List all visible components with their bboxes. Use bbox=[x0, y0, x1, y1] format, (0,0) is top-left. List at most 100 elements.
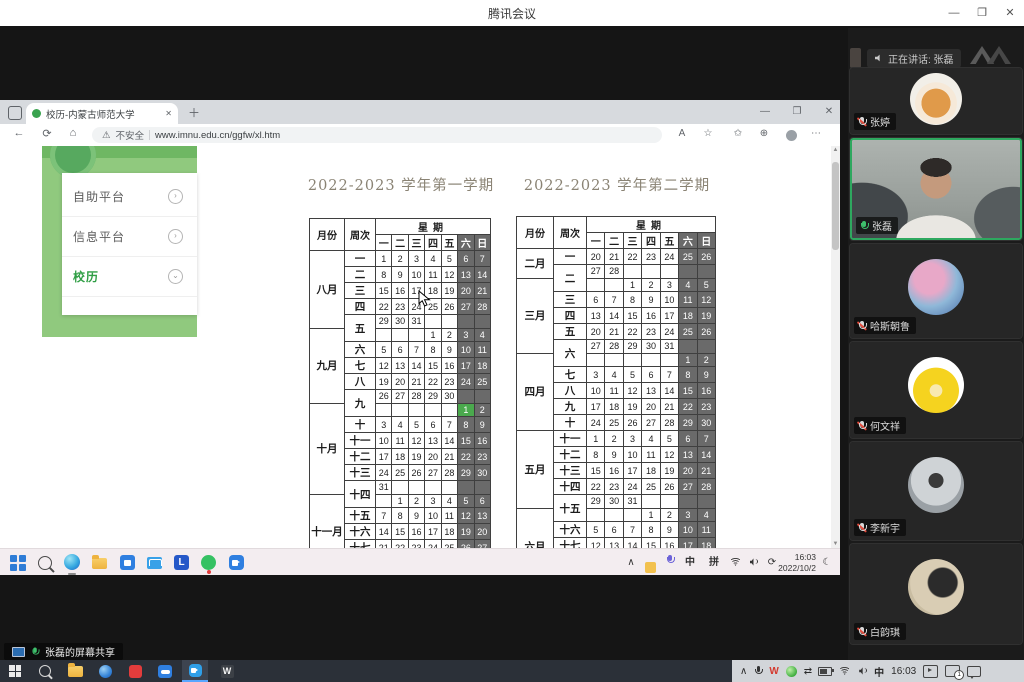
sidebar-item-self-service[interactable]: 自助平台 › bbox=[62, 177, 197, 217]
tray-time[interactable]: 16:03 bbox=[891, 666, 916, 677]
tray-volume-icon[interactable] bbox=[748, 549, 762, 575]
clock[interactable]: 16:03 2022/10/2 bbox=[778, 552, 816, 573]
calendar-day-cell bbox=[441, 481, 457, 495]
calendar-day-cell: 30 bbox=[392, 315, 408, 329]
calendar-day-cell: 5 bbox=[441, 251, 457, 267]
antivirus-globe-icon[interactable] bbox=[786, 666, 797, 677]
participant-tile[interactable]: 白韵琪 bbox=[850, 544, 1022, 644]
tray-mic-icon[interactable] bbox=[754, 666, 762, 677]
calendar-day-cell: 8 bbox=[587, 447, 605, 463]
mail-icon[interactable] bbox=[147, 554, 164, 571]
calendar-day-cell: 21 bbox=[605, 249, 623, 265]
maximize-button[interactable]: ❐ bbox=[968, 0, 996, 26]
profile-avatar[interactable] bbox=[786, 130, 797, 141]
home-icon[interactable]: ⌂ bbox=[64, 127, 82, 139]
sidebar-item-calendar[interactable]: 校历 ⌄ bbox=[62, 257, 197, 297]
minimize-button[interactable]: — bbox=[940, 0, 968, 26]
browser-close-button[interactable]: ✕ bbox=[816, 100, 840, 124]
browser-minimize-button[interactable]: — bbox=[752, 100, 778, 124]
edge-icon[interactable] bbox=[64, 554, 81, 571]
notification-center-icon[interactable] bbox=[967, 666, 981, 677]
cloud-app-icon[interactable] bbox=[152, 660, 178, 682]
day-name-header: 日 bbox=[697, 233, 715, 249]
scrollbar-thumb[interactable] bbox=[832, 162, 839, 250]
calendar-day-cell: 22 bbox=[376, 299, 392, 315]
file-explorer-icon[interactable] bbox=[92, 554, 109, 571]
week-number-cell: 六 bbox=[345, 342, 376, 358]
calendar-day-cell: 27 bbox=[587, 340, 605, 354]
browser-tab[interactable]: 校历-内蒙古师范大学 ✕ bbox=[26, 103, 178, 124]
wps-app-icon[interactable]: W bbox=[214, 660, 240, 682]
read-aloud-icon[interactable]: A bbox=[672, 128, 692, 139]
collections-icon[interactable]: ✩ bbox=[728, 128, 748, 139]
security-shield-icon[interactable] bbox=[645, 554, 662, 571]
favorites-icon[interactable]: ☆ bbox=[698, 128, 718, 139]
calendar-day-cell bbox=[587, 278, 605, 292]
sync-icon[interactable]: ⟳ bbox=[765, 549, 779, 575]
tab-search-icon[interactable] bbox=[8, 106, 22, 120]
wifi-icon[interactable] bbox=[839, 667, 850, 675]
touch-keyboard-icon[interactable]: 1 bbox=[945, 665, 960, 677]
calendar-day-cell: 3 bbox=[587, 367, 605, 383]
avatar bbox=[908, 259, 964, 315]
calendar-day-cell: 4 bbox=[441, 494, 457, 508]
back-icon[interactable]: ← bbox=[10, 127, 28, 139]
reload-icon[interactable]: ⟳ bbox=[38, 127, 56, 140]
browser-maximize-button[interactable]: ❐ bbox=[784, 100, 810, 124]
close-button[interactable]: ✕ bbox=[996, 0, 1024, 26]
tab-close-icon[interactable]: ✕ bbox=[165, 109, 172, 118]
scroll-up-icon[interactable]: ▲ bbox=[831, 147, 840, 153]
semester-calendar-table: 月份周次星期一二三四五六日八月一1234567二891011121314三151… bbox=[309, 218, 491, 548]
store-icon[interactable] bbox=[120, 554, 137, 571]
screen-share-indicator[interactable]: 张磊的屏幕共享 bbox=[4, 643, 123, 660]
calendar-day-cell: 26 bbox=[376, 390, 392, 404]
tray-chevron-icon[interactable]: ∧ bbox=[624, 549, 638, 575]
ime-pinyin-indicator[interactable]: 拼 bbox=[706, 549, 722, 575]
calendar-day-cell: 16 bbox=[697, 383, 715, 399]
calendar-day-cell bbox=[474, 481, 490, 495]
ime-language-indicator[interactable]: 中 bbox=[874, 664, 884, 679]
calendar-day-cell bbox=[697, 265, 715, 279]
calendar-day-cell: 14 bbox=[623, 538, 641, 549]
tray-mic-icon[interactable] bbox=[663, 549, 677, 575]
browser-essentials-icon[interactable]: ⊕ bbox=[754, 128, 774, 139]
address-bar[interactable]: ⚠ 不安全 www.imnu.edu.cn/ggfw/xl.htm bbox=[92, 127, 662, 143]
sync-arrows-icon[interactable]: ⇄ bbox=[804, 666, 811, 677]
battery-icon[interactable] bbox=[818, 667, 832, 676]
more-menu-icon[interactable]: ⋯ bbox=[806, 128, 826, 139]
start-icon[interactable] bbox=[2, 660, 28, 682]
focus-assist-moon-icon[interactable]: ☾ bbox=[820, 549, 834, 575]
calendar-day-cell: 11 bbox=[392, 433, 408, 449]
participant-tile[interactable]: 张婷 bbox=[850, 68, 1022, 134]
search-icon[interactable] bbox=[38, 554, 55, 571]
video-player-tray-icon[interactable] bbox=[923, 665, 938, 678]
participant-tile-speaking[interactable]: 张磊 bbox=[850, 138, 1022, 240]
file-explorer-icon[interactable] bbox=[62, 660, 88, 682]
calendar-day-cell: 1 bbox=[623, 278, 641, 292]
meeting-app-icon-active[interactable] bbox=[182, 660, 208, 682]
participant-tile[interactable]: 哈斯朝鲁 bbox=[850, 244, 1022, 338]
meeting-app-icon[interactable] bbox=[229, 554, 246, 571]
calendar-day-cell: 23 bbox=[392, 299, 408, 315]
month-cell: 十一月 bbox=[310, 494, 345, 548]
red-app-icon[interactable] bbox=[122, 660, 148, 682]
calendar-day-cell bbox=[660, 353, 678, 367]
new-tab-button[interactable]: ＋ bbox=[188, 104, 200, 121]
green-app-icon[interactable] bbox=[201, 554, 218, 571]
start-icon[interactable] bbox=[10, 554, 27, 572]
tray-wifi-icon[interactable] bbox=[730, 549, 744, 575]
sidebar-item-info-platform[interactable]: 信息平台 › bbox=[62, 217, 197, 257]
calendar-day-cell: 30 bbox=[474, 465, 490, 481]
participant-tile[interactable]: 李新宇 bbox=[850, 442, 1022, 540]
participant-tile[interactable]: 何文祥 bbox=[850, 342, 1022, 438]
tray-chevron-icon[interactable]: ∧ bbox=[740, 666, 747, 677]
l-app-icon[interactable]: L bbox=[174, 554, 191, 571]
scroll-down-icon[interactable]: ▼ bbox=[831, 541, 840, 547]
ime-language-indicator[interactable]: 中 bbox=[682, 549, 698, 575]
browser-app-icon[interactable] bbox=[92, 660, 118, 682]
page-scrollbar[interactable]: ▲ ▼ bbox=[831, 146, 840, 548]
wps-tray-icon[interactable]: W bbox=[769, 666, 778, 677]
volume-icon[interactable] bbox=[857, 666, 867, 676]
search-icon[interactable] bbox=[32, 660, 58, 682]
calendar-day-cell: 28 bbox=[605, 340, 623, 354]
